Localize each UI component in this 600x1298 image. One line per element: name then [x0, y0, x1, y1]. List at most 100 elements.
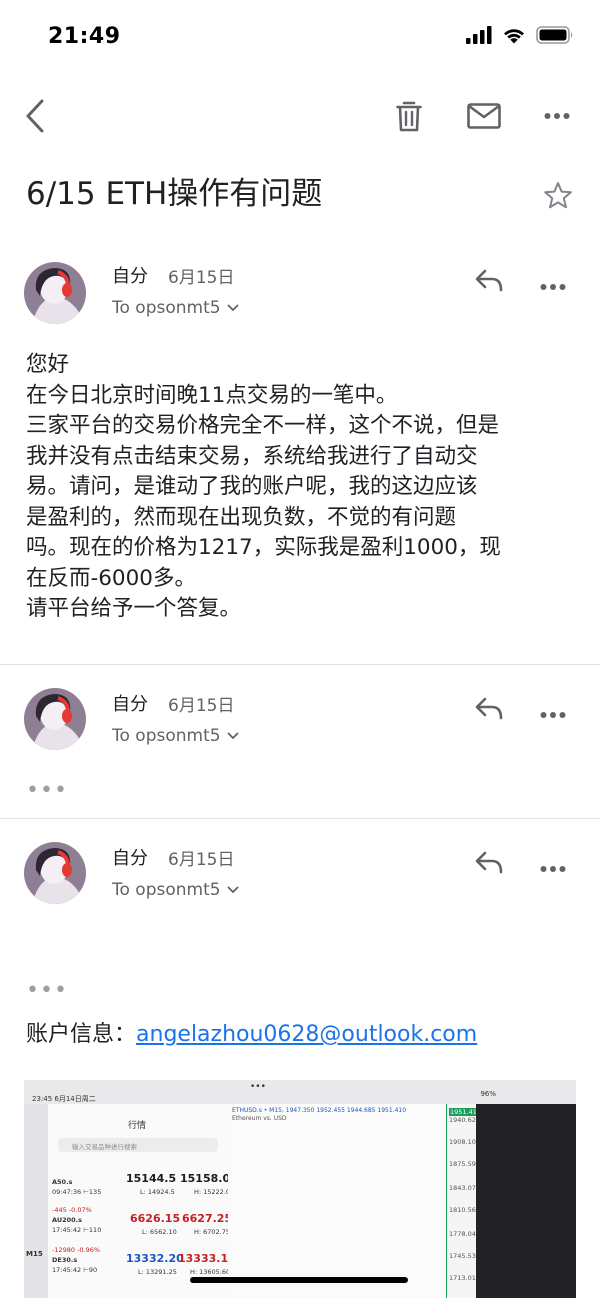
avatar [24, 262, 86, 324]
quote-symbol: DE30.s [52, 1256, 78, 1264]
quote-time: 17:45:42 ⊢110 [52, 1226, 102, 1234]
account-info-label: 账户信息： [26, 1022, 137, 1047]
more-horizontal-icon [540, 866, 566, 872]
quote-time: 09:47:36 ⊢135 [52, 1188, 102, 1196]
recipient-label: To opsonmt5 [112, 880, 221, 900]
account-email-link[interactable]: angelazhou0628@outlook.com [136, 1022, 477, 1047]
message-divider [0, 664, 600, 665]
screenshot-search-placeholder: 输入交易品种进行搜索 [72, 1143, 137, 1151]
quote-bid: 15144.5 [126, 1172, 177, 1185]
quote-high: H: 6702.75 [194, 1228, 231, 1236]
quote-high: H: 15222.0 [194, 1188, 231, 1196]
screenshot-chart-area: ETHUSD.s • M15, 1947.350 1952.455 1944.6… [228, 1104, 446, 1298]
avatar [24, 688, 86, 750]
status-bar: 21:49 [0, 0, 600, 76]
more-horizontal-icon [544, 113, 570, 119]
message-header-2[interactable]: 自分 6月15日 To opsonmt5 [0, 680, 600, 770]
email-subject: 6/15 ETH操作有问题 [26, 176, 323, 212]
screenshot-timeframe: M15 [26, 1250, 43, 1258]
body-line: 吗。现在的价格为1217，实际我是盈利1000，现 [26, 535, 501, 560]
chevron-down-icon [227, 732, 238, 740]
recipient-toggle[interactable]: To opsonmt5 [112, 880, 239, 900]
screenshot-price-axis: 1951.410 1940.620 1908.105 1875.590 1843… [446, 1104, 483, 1298]
quote-time: 17:45:42 ⊢90 [52, 1266, 98, 1274]
quote-symbol: A50.s [52, 1178, 73, 1186]
email-toolbar [0, 76, 600, 156]
body-line: 我并没有点击结束交易，系统给我进行了自动交 [26, 443, 478, 469]
quote-ask: 6627.25 [182, 1212, 233, 1225]
show-trimmed-content-button[interactable]: ••• [26, 778, 68, 803]
status-icons [466, 26, 574, 44]
wifi-icon [504, 29, 524, 44]
message-body: 您好 在今日北京时间晚11点交易的一笔中。 三家平台的交易价格完全不一样，这个不… [26, 350, 582, 625]
quote-change: -445 -0.07% [52, 1206, 92, 1214]
message-divider [0, 818, 600, 819]
trash-icon [396, 101, 422, 132]
body-line: 是盈利的，然而现在出现负数，不觉的有问题 [26, 504, 457, 530]
trading-app-screenshot: 23:45 6月14日周二 ••• 96% M15 行情 输入交易品种进行搜索 … [24, 1080, 576, 1298]
screenshot-panel-title: 行情 [128, 1121, 147, 1131]
body-line: 在反而-6000多。 [26, 565, 196, 591]
cellular-signal-icon [466, 26, 492, 44]
attached-screenshot-image[interactable]: 23:45 6月14日周二 ••• 96% M15 行情 输入交易品种进行搜索 … [24, 1080, 576, 1298]
body-line: 您好 [26, 352, 70, 377]
screenshot-dots: ••• [250, 1082, 266, 1092]
account-info-line: 账户信息：angelazhou0628@outlook.com [26, 1016, 477, 1048]
reply-button[interactable] [474, 268, 504, 296]
reply-icon [475, 269, 503, 292]
screenshot-status-bar: 23:45 6月14日周二 ••• 96% [24, 1080, 576, 1104]
sender-name: 自分 [112, 266, 148, 287]
screenshot-symbol-sub: Ethereum vs. USD [232, 1115, 287, 1122]
quote-low: L: 6562.10 [142, 1228, 177, 1236]
mail-button[interactable] [464, 98, 504, 134]
reply-button[interactable] [474, 850, 504, 878]
message-more-button[interactable] [540, 276, 566, 295]
message-date: 6月15日 [168, 850, 235, 870]
reply-button[interactable] [474, 696, 504, 724]
quote-symbol: AU200.s [52, 1216, 83, 1224]
quote-change: -12980 -0.96% [52, 1246, 101, 1254]
recipient-toggle[interactable]: To opsonmt5 [112, 298, 239, 318]
back-button[interactable] [18, 96, 52, 136]
message-header-1[interactable]: 自分 6月15日 To opsonmt5 [0, 252, 600, 342]
more-horizontal-icon [540, 284, 566, 290]
screenshot-search: 输入交易品种进行搜索 [58, 1138, 218, 1152]
envelope-icon [467, 103, 501, 129]
recipient-label: To opsonmt5 [112, 298, 221, 318]
quote-low: L: 13291.25 [138, 1268, 177, 1276]
reply-icon [475, 697, 503, 720]
sender-name: 自分 [112, 848, 148, 869]
screenshot-quote-list: 行情 输入交易品种进行搜索 A50.s 09:47:36 ⊢135 15144.… [48, 1104, 236, 1298]
body-line: 在今日北京时间晚11点交易的一笔中。 [26, 382, 398, 408]
more-options-button[interactable] [538, 102, 576, 130]
message-more-button[interactable] [540, 858, 566, 877]
quote-high: H: 13605.60 [190, 1268, 231, 1276]
screenshot-tool-rail: M15 [24, 1104, 48, 1298]
body-line: 三家平台的交易价格完全不一样，这个不说，但是 [26, 413, 500, 438]
message-more-button[interactable] [540, 704, 566, 723]
chevron-down-icon [227, 886, 238, 894]
message-header-3[interactable]: 自分 6月15日 To opsonmt5 [0, 834, 600, 924]
chevron-down-icon [227, 304, 238, 312]
back-arrow-icon [26, 99, 44, 133]
star-outline-icon [544, 182, 572, 209]
screenshot-time: 23:45 6月14日周二 [32, 1095, 96, 1103]
reply-icon [475, 851, 503, 874]
message-date: 6月15日 [168, 696, 235, 716]
screenshot-battery: 96% [480, 1090, 496, 1098]
body-line: 易。请问，是谁动了我的账户呢，我的这边应该 [26, 474, 478, 499]
screenshot-symbol-header: ETHUSD.s • M15, 1947.350 1952.455 1944.6… [232, 1107, 407, 1114]
delete-button[interactable] [392, 96, 426, 136]
recipient-toggle[interactable]: To opsonmt5 [112, 726, 239, 746]
show-trimmed-content-button[interactable]: ••• [26, 978, 68, 1003]
message-date: 6月15日 [168, 268, 235, 288]
avatar [24, 842, 86, 904]
battery-icon [536, 26, 573, 44]
more-horizontal-icon [540, 712, 566, 718]
recipient-label: To opsonmt5 [112, 726, 221, 746]
sender-name: 自分 [112, 694, 148, 715]
quote-bid: 6626.15 [130, 1212, 181, 1225]
quote-bid: 13332.20 [126, 1252, 184, 1265]
home-indicator [190, 1277, 408, 1283]
star-button[interactable] [542, 180, 574, 216]
